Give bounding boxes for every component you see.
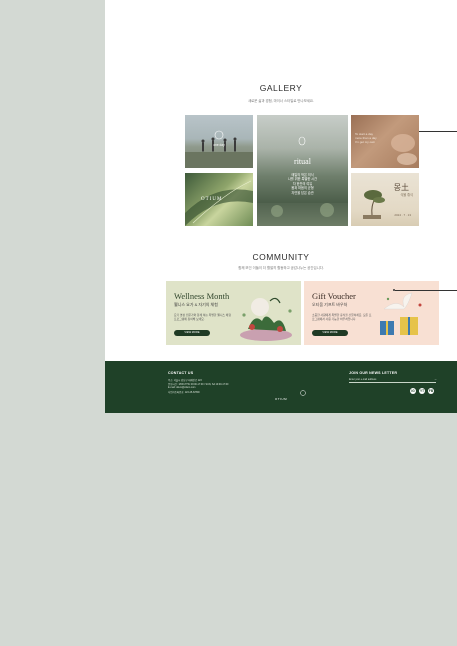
- gallery-tile-bonsai[interactable]: 몽土 식물 휴식 2024 . 7 . 13: [351, 173, 419, 226]
- community-subtitle: 함께 모인 이들이 더 활발히 활동하고 공감나누는 공간입니다.: [238, 266, 324, 270]
- instagram-icon[interactable]: IG: [410, 388, 416, 394]
- contact-line[interactable]: E-mail: otium@otium.com: [168, 386, 195, 389]
- card-title: Gift Voucher: [312, 291, 356, 301]
- facebook-icon[interactable]: FB: [428, 388, 434, 394]
- youtube-icon[interactable]: YT: [419, 388, 425, 394]
- gallery-leader-line: [419, 131, 457, 132]
- bonsai-title: 몽土: [393, 183, 409, 192]
- gallery-tile-leaf[interactable]: OTIUM: [185, 173, 253, 226]
- wellness-month-card[interactable]: Wellness Month 웰니스 요가 & 자기의 체험 요가 명상 전문가…: [166, 281, 301, 345]
- view-more-button[interactable]: VIEW MORE: [174, 330, 210, 336]
- gallery-tile-hands[interactable]: To start a day more than a day I'm get m…: [351, 115, 419, 168]
- ritual-lines: 매일의 작은 의식 나를 위한 특별한 시간 차 한잔의 여유 몸과 마음의 균…: [287, 173, 318, 195]
- card-title: Wellness Month: [174, 291, 230, 301]
- submit-arrow-icon[interactable]: →: [434, 377, 437, 381]
- gift-illustration: [380, 292, 422, 335]
- contact-line: 사업자등록번호: 123-45-67890: [168, 391, 200, 394]
- hands-caption: To start a day more than a day I'm get m…: [355, 132, 377, 145]
- yoga-group-image: [185, 130, 253, 168]
- view-more-button[interactable]: VIEW MORE: [312, 330, 348, 336]
- bonsai-image: [363, 190, 385, 219]
- page-content: GALLERY 새로운 삶과 경험, 마이너 스타일로 만나보세요. one d…: [105, 0, 457, 413]
- card-subtitle: 오티움 기프트 바우처: [312, 302, 348, 307]
- bonsai-date: 2024 . 7 . 13: [394, 213, 411, 217]
- otium-logo-overlay: OTIUM: [201, 197, 223, 202]
- gallery-title: GALLERY: [259, 83, 303, 93]
- contact-heading: CONTACT US: [168, 371, 194, 375]
- newsletter-heading: JOIN OUR NEWS LETTER: [349, 371, 398, 375]
- bonsai-subtitle: 식물 휴식: [400, 193, 413, 197]
- footer: CONTACT US 주소: 서울시 강남구 테헤란로 123 운영시간 : M…: [105, 361, 457, 413]
- gallery-subtitle: 새로운 삶과 경험, 마이너 스타일로 만나보세요.: [248, 99, 314, 103]
- gallery-tile-ritual[interactable]: ritual 매일의 작은 의식 나를 위한 특별한 시간 차 한잔의 여유 몸…: [257, 115, 348, 226]
- tile-caption: one day: [213, 143, 225, 147]
- card-subtitle: 웰니스 요가 & 자기의 체험: [174, 302, 218, 307]
- footer-logo[interactable]: OTIUM: [105, 397, 457, 401]
- community-leader-line: [395, 290, 457, 291]
- otium-logo-icon: [300, 390, 306, 396]
- gallery-tile-yoga-group[interactable]: one day: [185, 115, 253, 168]
- ritual-image: [257, 136, 348, 226]
- card-description: 소중한 사람에게 특별한 휴식을 선물하세요. 모든 프로그램에서 사용 가능한…: [312, 313, 372, 321]
- community-title: COMMUNITY: [252, 252, 310, 262]
- ritual-title: ritual: [294, 157, 311, 166]
- wellness-illustration: [240, 297, 292, 341]
- newsletter-email-input[interactable]: Enter your e-mail address →: [349, 377, 437, 383]
- card-description: 요가 명상 전문가와 함께 하는 특별한 웰니스 체험 프로그램에 참여해 보세…: [174, 313, 231, 321]
